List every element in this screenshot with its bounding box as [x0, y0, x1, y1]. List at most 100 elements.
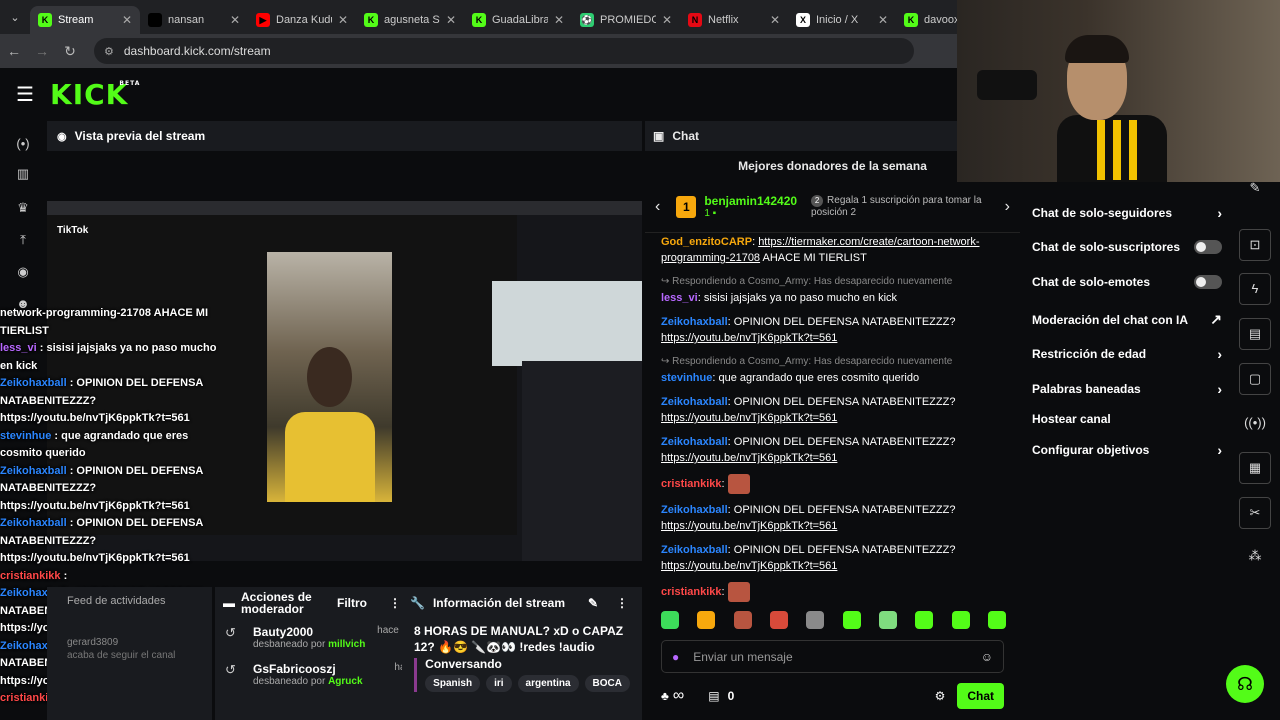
chat-link[interactable]: https://youtu.be/nvTjK6ppkTk?t=561 — [661, 332, 837, 344]
chat-message[interactable]: ↪ Respondiendo a Cosmo_Army: Has desapar… — [661, 354, 1004, 386]
wrench-rail-icon[interactable]: ✂ — [1239, 497, 1271, 529]
chat-username[interactable]: Zeikohaxball — [661, 436, 728, 448]
chat-link[interactable]: https://youtu.be/nvTjK6ppkTk?t=561 — [661, 520, 837, 532]
send-chat-button[interactable]: Chat — [957, 683, 1004, 709]
emote-icon[interactable] — [733, 611, 752, 629]
stream-tag[interactable]: iri — [486, 675, 512, 692]
emote-icon[interactable] — [878, 611, 897, 629]
url-field[interactable]: ⚙ dashboard.kick.com/stream — [94, 38, 914, 64]
tab-close-icon[interactable]: ✕ — [770, 13, 780, 27]
browser-tab[interactable]: ▶ Danza Kudu ✕ — [248, 6, 356, 34]
support-headset-icon[interactable]: ☊ — [1226, 665, 1264, 703]
share-icon[interactable]: ⁂ — [1239, 541, 1271, 573]
broadcast-icon[interactable]: (•) — [13, 134, 33, 154]
browser-window-icon[interactable]: ▦ — [1239, 452, 1271, 484]
filter-button[interactable]: Filtro — [337, 596, 367, 610]
browser-tab[interactable]: K GuadaLibra ✕ — [464, 6, 572, 34]
setting-toggle[interactable] — [1194, 240, 1222, 254]
browser-tab[interactable]: K Stream ✕ — [30, 6, 140, 34]
next-arrow-icon[interactable]: › — [1005, 198, 1010, 216]
chat-setting-item[interactable]: Hostear canal — [1032, 412, 1222, 426]
chat-message[interactable]: ↪ Respondiendo a Cosmo_Army: Has desapar… — [661, 274, 1004, 306]
chat-setting-item[interactable]: Restricción de edad › — [1032, 346, 1222, 362]
chat-message[interactable]: Zeikohaxball: OPINION DEL DEFENSA NATABE… — [661, 394, 1004, 426]
tab-close-icon[interactable]: ✕ — [554, 13, 564, 27]
kick-logo[interactable]: KICK BETA — [50, 78, 139, 111]
chat-message[interactable]: Zeikohaxball: OPINION DEL DEFENSA NATABE… — [661, 434, 1004, 466]
camera-icon[interactable]: ◉ — [13, 262, 33, 282]
mod-actor[interactable]: Agruck — [328, 676, 362, 687]
site-info-icon[interactable]: ⚙ — [104, 45, 114, 58]
chat-username[interactable]: cristiankikk — [661, 586, 722, 598]
prev-arrow-icon[interactable]: ‹ — [655, 198, 660, 216]
browser-tab[interactable]: ⚽ PROMIEDOS ✕ — [572, 6, 680, 34]
browser-tab[interactable]: Kagusneta St ✕ — [356, 6, 464, 34]
setting-toggle[interactable] — [1194, 275, 1222, 289]
emoji-icon[interactable]: ☺ — [981, 650, 993, 664]
chat-setting-item[interactable]: Chat de solo-seguidores › — [1032, 205, 1222, 221]
chat-icon[interactable]: ▢ — [1239, 363, 1271, 395]
tab-close-icon[interactable]: ✕ — [230, 13, 240, 27]
document-icon[interactable]: ▤ — [1239, 318, 1271, 350]
chat-username[interactable]: Zeikohaxball — [661, 544, 728, 556]
chat-message[interactable]: cristiankikk: — [661, 582, 1004, 602]
stream-tag[interactable]: Spanish — [425, 675, 481, 692]
info-more-icon[interactable]: ⋮ — [616, 596, 628, 610]
chat-message[interactable]: cristiankikk: — [661, 474, 1004, 494]
chat-username[interactable]: less_vi — [661, 292, 698, 304]
chat-settings-icon[interactable]: ⚙ — [935, 689, 946, 703]
lightning-icon[interactable]: ϟ — [1239, 273, 1271, 305]
emote-icon[interactable] — [697, 611, 716, 629]
donor-name[interactable]: benjamin142420 — [704, 194, 797, 208]
chat-setting-item[interactable]: Chat de solo-suscriptores — [1032, 240, 1222, 254]
chat-message[interactable]: Zeikohaxball: OPINION DEL DEFENSA NATABE… — [661, 314, 1004, 346]
chat-username[interactable]: God_enzitoCARP — [661, 236, 752, 248]
mod-target-user[interactable]: GsFabricooszj — [253, 662, 363, 676]
chat-message[interactable]: Zeikohaxball: OPINION DEL DEFENSA NATABE… — [661, 502, 1004, 534]
browser-tab[interactable]: ♪ nansan ✕ — [140, 6, 248, 34]
chat-username[interactable]: stevinhue — [661, 372, 712, 384]
menu-icon[interactable]: ☰ — [0, 82, 50, 107]
emote-icon[interactable] — [661, 611, 679, 629]
users-icon[interactable]: ♣ — [661, 689, 669, 703]
emote-icon[interactable] — [769, 611, 788, 629]
emote-icon[interactable] — [842, 611, 861, 629]
tab-close-icon[interactable]: ✕ — [122, 13, 132, 27]
trophy-icon[interactable]: ♛ — [13, 198, 33, 218]
forward-icon[interactable]: → — [28, 43, 56, 59]
mod-target-user[interactable]: Bauty2000 — [253, 625, 365, 639]
emote-icon[interactable] — [987, 611, 1006, 629]
tab-close-icon[interactable]: ✕ — [338, 13, 348, 27]
emote-icon[interactable] — [806, 611, 825, 629]
mic-icon[interactable]: ● — [672, 650, 679, 664]
tab-search-icon[interactable]: ⌄ — [0, 0, 30, 34]
browser-tab[interactable]: X Inicio / X ✕ — [788, 6, 896, 34]
edit-icon[interactable]: ✎ — [588, 596, 598, 610]
upload-icon[interactable]: ⤒ — [13, 230, 33, 250]
emote-icon[interactable] — [915, 611, 934, 629]
chat-setting-item[interactable]: Moderación del chat con IA ↗ — [1032, 311, 1222, 328]
stream-tag[interactable]: argentina — [517, 675, 579, 692]
stream-tag[interactable]: BOCA — [584, 675, 630, 692]
category-name[interactable]: Conversando — [425, 657, 630, 671]
chat-link[interactable]: https://youtu.be/nvTjK6ppkTk?t=561 — [661, 452, 837, 464]
screen-icon[interactable]: ⊡ — [1239, 229, 1271, 261]
analytics-icon[interactable]: ▥ — [13, 164, 33, 184]
chat-setting-item[interactable]: Chat de solo-emotes — [1032, 275, 1222, 289]
emote-icon[interactable] — [951, 611, 970, 629]
chat-setting-item[interactable]: Configurar objetivos › — [1032, 442, 1222, 458]
reload-icon[interactable]: ↻ — [56, 43, 84, 60]
chat-link[interactable]: https://youtu.be/nvTjK6ppkTk?t=561 — [661, 412, 837, 424]
chat-username[interactable]: Zeikohaxball — [661, 504, 728, 516]
tab-close-icon[interactable]: ✕ — [446, 13, 456, 27]
gift-box-icon[interactable]: ▤ — [708, 689, 719, 703]
chat-message[interactable]: Zeikohaxball: OPINION DEL DEFENSA NATABE… — [661, 542, 1004, 574]
chat-link[interactable]: https://youtu.be/nvTjK6ppkTk?t=561 — [661, 560, 837, 572]
tab-close-icon[interactable]: ✕ — [878, 13, 888, 27]
chat-username[interactable]: Zeikohaxball — [661, 396, 728, 408]
chat-message[interactable]: God_enzitoCARP: https://tiermaker.com/cr… — [661, 234, 1004, 266]
broadcast-signal-icon[interactable]: ((•)) — [1239, 408, 1271, 440]
more-icon[interactable]: ⋮ — [389, 596, 401, 610]
back-icon[interactable]: ← — [0, 43, 28, 59]
chat-username[interactable]: cristiankikk — [661, 478, 722, 490]
